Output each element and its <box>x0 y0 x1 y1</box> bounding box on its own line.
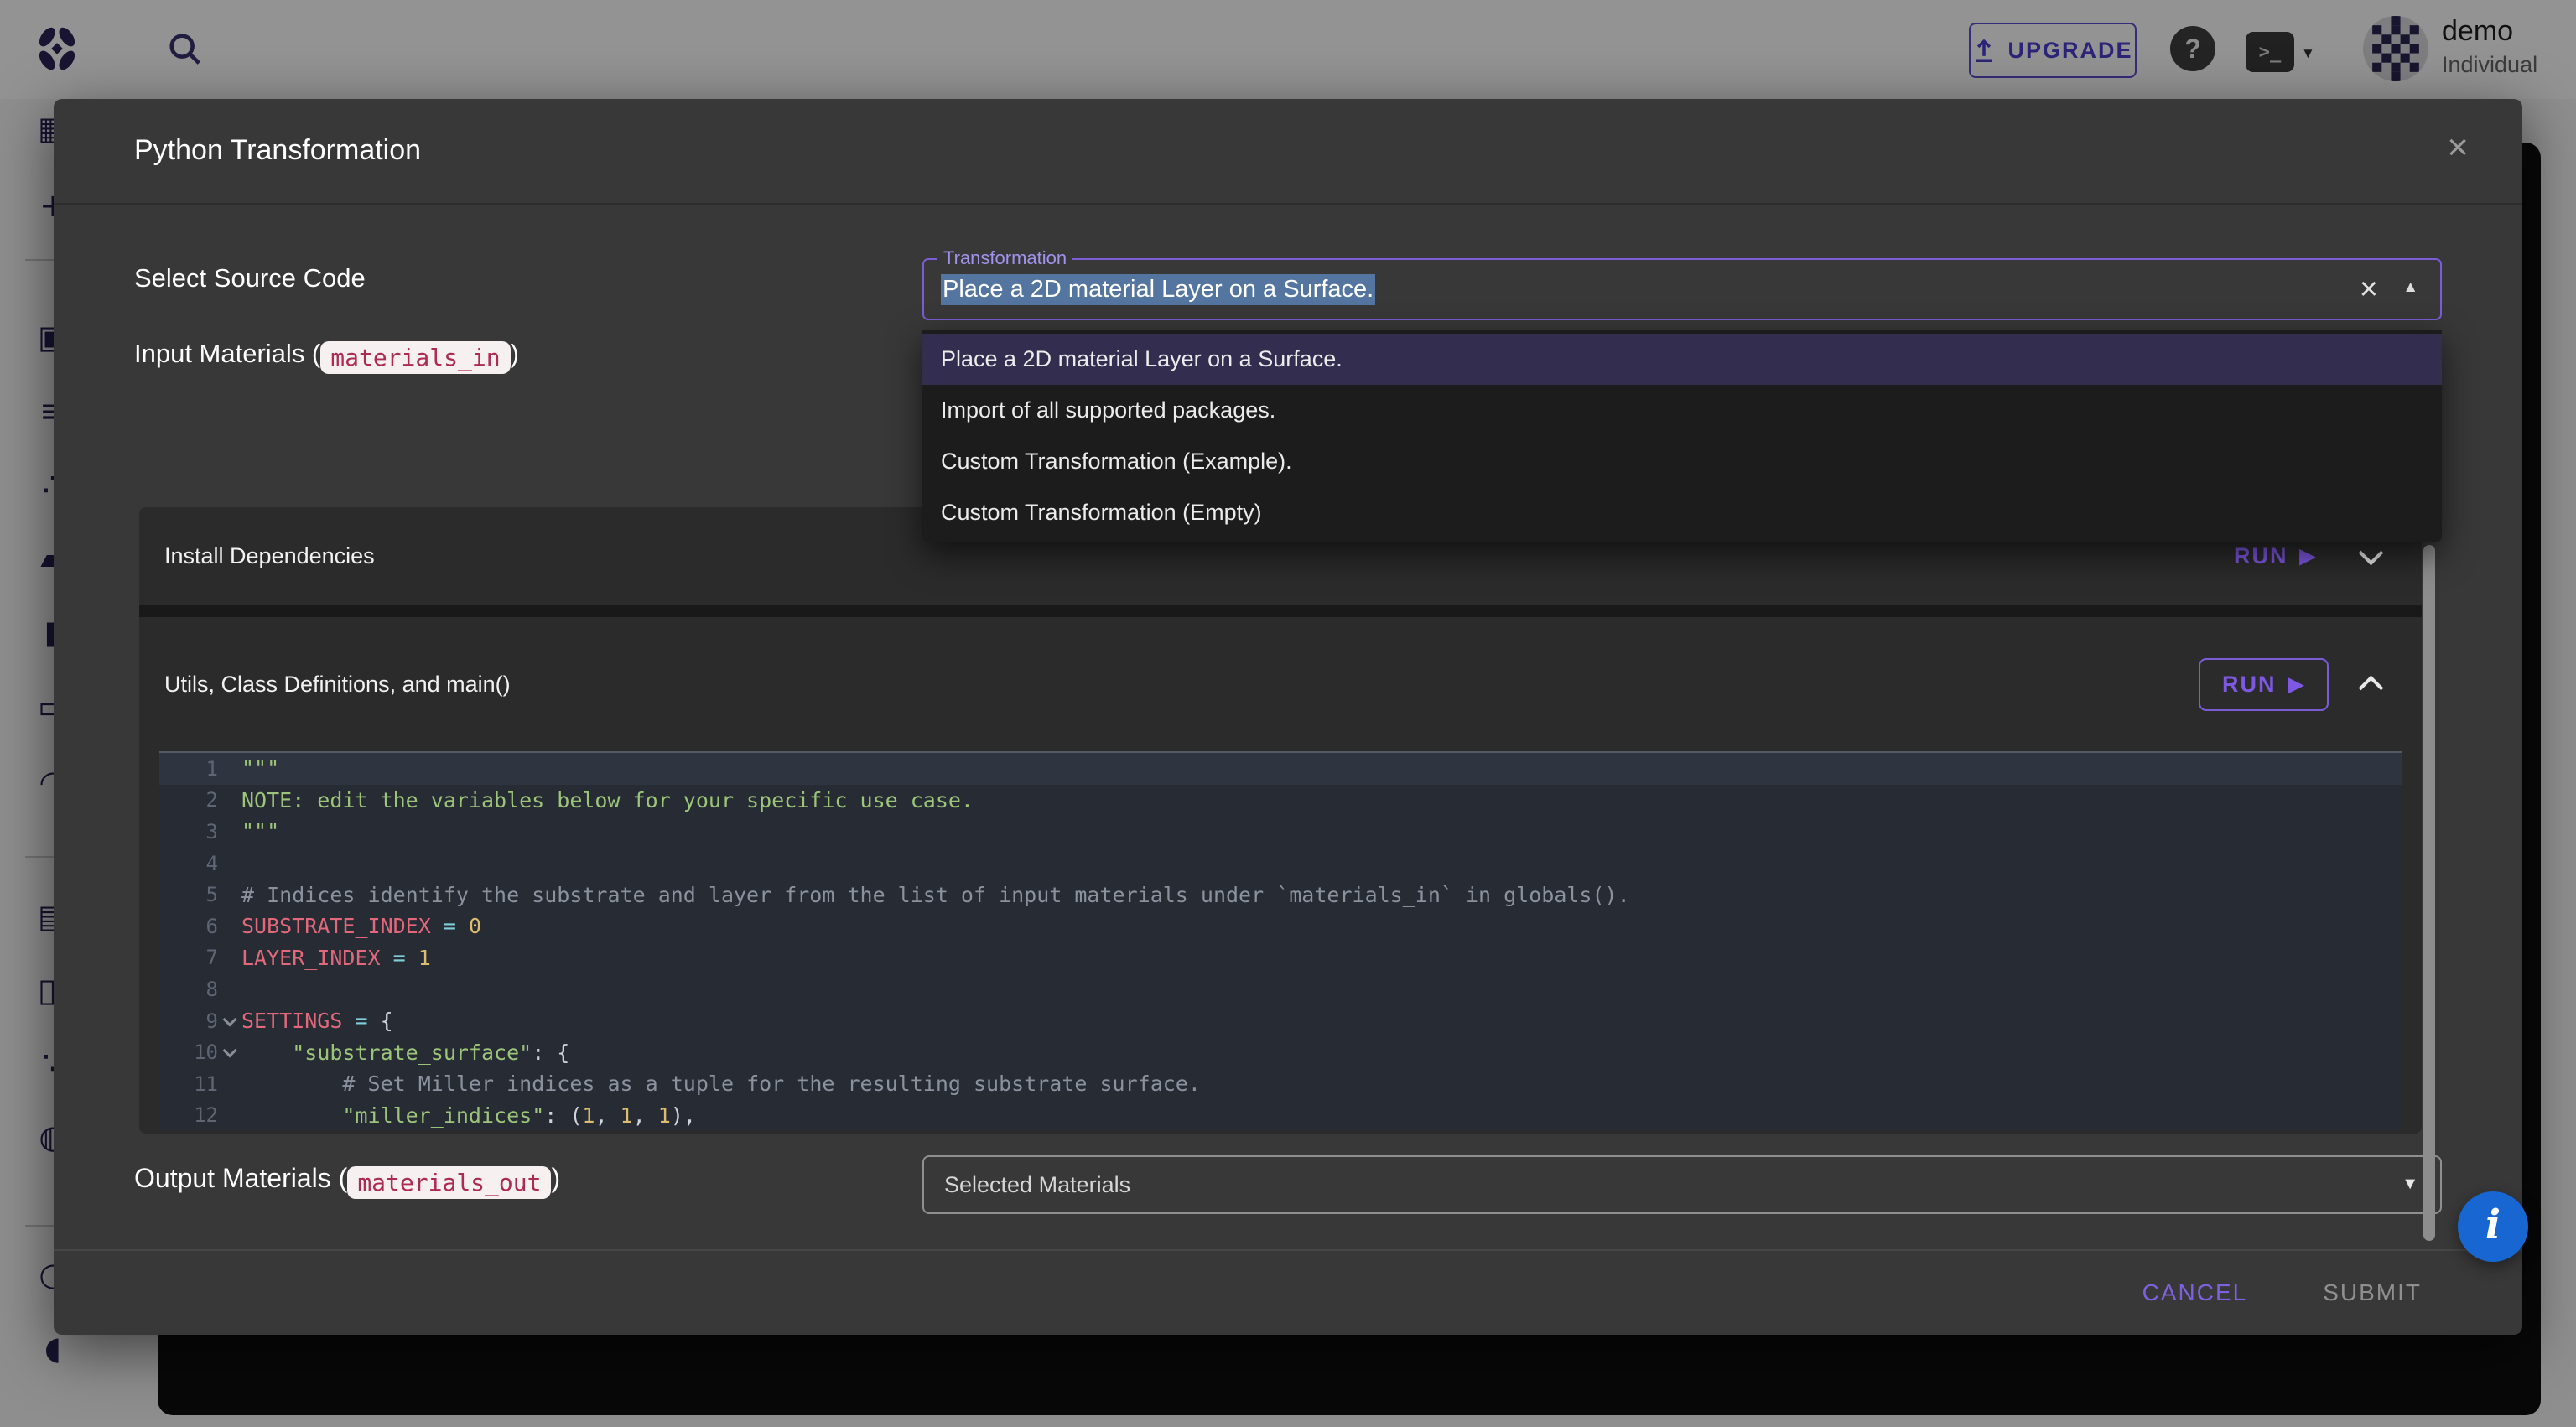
code-line[interactable]: 2 NOTE: edit the variables below for your… <box>159 785 2402 817</box>
install-dependencies-title: Install Dependencies <box>164 543 375 569</box>
source-code-card: Install Dependencies RUN ▶ Utils, Class … <box>139 507 2422 1134</box>
code-text: # Set Miller indices as a tuple for the … <box>242 1072 1201 1096</box>
submit-button[interactable]: SUBMIT <box>2323 1279 2422 1306</box>
code-line[interactable]: 5 # Indices identify the substrate and la… <box>159 879 2402 911</box>
dropdown-option[interactable]: Place a 2D material Layer on a Surface. <box>922 334 2442 385</box>
code-line[interactable]: 12 "miller_indices": (1, 1, 1), <box>159 1100 2402 1130</box>
code-text: "substrate_surface": { <box>242 1040 569 1065</box>
code-text: SETTINGS = { <box>242 1009 393 1033</box>
line-number: 1 <box>159 757 218 781</box>
line-number: 11 <box>159 1072 218 1096</box>
code-text: "miller_indices": (1, 1, 1), <box>242 1103 696 1128</box>
code-line[interactable]: 11 # Set Miller indices as a tuple for t… <box>159 1068 2402 1100</box>
dialog-title: Python Transformation <box>134 134 421 167</box>
line-number: 7 <box>159 946 218 969</box>
input-materials-label: Input Materials (materials_in) <box>134 339 519 374</box>
run-dependencies-button[interactable]: RUN ▶ <box>2234 543 2317 569</box>
code-text: SUBSTRATE_INDEX = 0 <box>242 914 481 938</box>
code-line[interactable]: 4 <box>159 848 2402 880</box>
dropdown-option[interactable]: Custom Transformation (Empty) <box>922 487 2442 538</box>
code-text: # Indices identify the substrate and lay… <box>242 883 1630 907</box>
play-icon: ▶ <box>2300 544 2317 568</box>
line-number: 5 <box>159 883 218 906</box>
selected-materials-value: Selected Materials <box>944 1172 1130 1198</box>
code-text: LAYER_INDEX = 1 <box>242 946 431 970</box>
code-line[interactable]: 7 LAYER_INDEX = 1 <box>159 942 2402 974</box>
clear-icon[interactable]: × <box>2360 272 2378 308</box>
chevron-down-icon[interactable] <box>2359 541 2384 566</box>
fold-arrow-icon[interactable] <box>218 1018 242 1025</box>
select-source-code-label: Select Source Code <box>134 263 366 293</box>
python-transformation-dialog: Python Transformation × Select Source Co… <box>54 99 2522 1335</box>
materials-out-pill: materials_out <box>347 1166 551 1199</box>
dialog-footer: CANCEL SUBMIT <box>54 1251 2522 1335</box>
line-number: 9 <box>159 1009 218 1033</box>
code-text: """ <box>242 819 279 843</box>
info-button[interactable]: i <box>2458 1191 2528 1262</box>
modal-scrollbar[interactable] <box>2423 545 2435 1241</box>
materials-in-pill: materials_in <box>320 341 510 374</box>
line-number: 2 <box>159 788 218 812</box>
fold-arrow-icon[interactable] <box>218 1049 242 1056</box>
caret-up-icon[interactable]: ▲ <box>2402 278 2418 297</box>
line-number: 8 <box>159 978 218 1001</box>
caret-down-icon[interactable]: ▼ <box>2402 1175 2418 1194</box>
line-number: 4 <box>159 852 218 875</box>
code-line[interactable]: 10 "substrate_surface": { <box>159 1036 2402 1068</box>
cancel-button[interactable]: CANCEL <box>2142 1279 2248 1306</box>
utils-main-row: Utils, Class Definitions, and main() RUN… <box>139 617 2422 751</box>
code-editor[interactable]: 1 """ 2 NOTE: edit the variables below for … <box>159 751 2402 1130</box>
section-divider <box>139 605 2422 617</box>
utils-main-title: Utils, Class Definitions, and main() <box>164 672 511 698</box>
run-main-button[interactable]: RUN ▶ <box>2199 658 2329 711</box>
dialog-header: Python Transformation × <box>54 99 2522 205</box>
code-text: NOTE: edit the variables below for your … <box>242 788 974 812</box>
code-text: """ <box>242 756 279 781</box>
transformation-dropdown-menu: Place a 2D material Layer on a Surface.I… <box>922 330 2442 542</box>
dropdown-option[interactable]: Import of all supported packages. <box>922 385 2442 436</box>
line-number: 10 <box>159 1040 218 1064</box>
info-icon: i <box>2485 1201 2501 1248</box>
close-icon[interactable]: × <box>2447 129 2469 166</box>
code-line[interactable]: 3 """ <box>159 816 2402 848</box>
transformation-value[interactable]: Place a 2D material Layer on a Surface. <box>941 274 1375 305</box>
app-root: UPGRADE ? >_ ▼ demo Individual ▦+▣≡∴▰▮▭◠… <box>0 0 2576 1427</box>
output-materials-label: Output Materials (materials_out) <box>134 1163 560 1199</box>
chevron-up-icon[interactable] <box>2359 675 2384 700</box>
play-icon: ▶ <box>2288 672 2305 697</box>
line-number: 12 <box>159 1103 218 1127</box>
code-line[interactable]: 8 <box>159 973 2402 1005</box>
code-line[interactable]: 9 SETTINGS = { <box>159 1005 2402 1037</box>
line-number: 6 <box>159 915 218 938</box>
code-line[interactable]: 6 SUBSTRATE_INDEX = 0 <box>159 911 2402 942</box>
selected-materials-select[interactable]: Selected Materials ▼ <box>922 1155 2442 1214</box>
line-number: 3 <box>159 820 218 843</box>
transformation-select[interactable]: Transformation Place a 2D material Layer… <box>922 258 2442 320</box>
code-line[interactable]: 1 """ <box>159 753 2402 785</box>
transformation-field-label: Transformation <box>937 247 1072 269</box>
dropdown-option[interactable]: Custom Transformation (Example). <box>922 436 2442 487</box>
